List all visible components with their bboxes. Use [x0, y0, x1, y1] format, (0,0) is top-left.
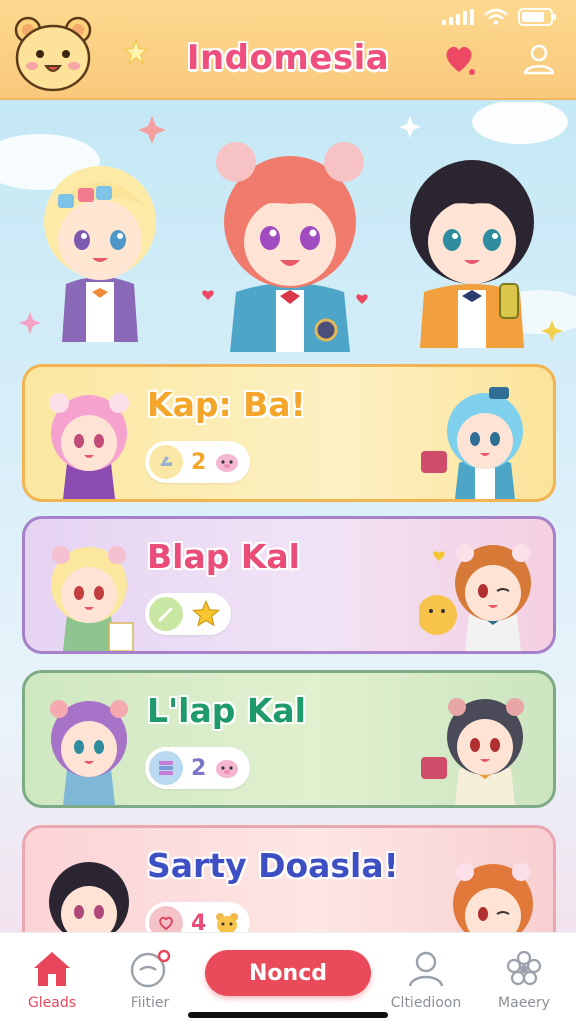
- character-blonde-avatar: [51, 546, 134, 651]
- pig-sticker-icon: [216, 454, 239, 472]
- character-orange-avatar: [419, 544, 531, 651]
- user-icon: [408, 951, 444, 987]
- card-title: Sarty Doasla!: [147, 846, 399, 885]
- card-title: L'lap Kal: [147, 691, 306, 730]
- wifi-icon: [484, 8, 508, 25]
- nav-label: Cltiedioon: [390, 995, 462, 1011]
- nav-label: Fiitier: [130, 995, 170, 1011]
- nav-item-chat[interactable]: Fiitier: [100, 947, 200, 1011]
- status-bar: [0, 0, 576, 34]
- card-count: 2: [191, 755, 207, 781]
- nav-item-home[interactable]: Gleads: [2, 947, 102, 1011]
- nav-item-gallery[interactable]: Maeery: [474, 947, 574, 1011]
- character-redhead: [216, 142, 364, 352]
- card-title: Blap Kal: [147, 537, 300, 576]
- card-stats-pill[interactable]: 2: [145, 441, 251, 483]
- card-stats-pill[interactable]: [145, 593, 231, 635]
- page-title: Indomesia: [186, 38, 390, 78]
- home-icon: [34, 952, 70, 986]
- character-gray-avatar: [421, 698, 524, 805]
- flower-icon: [506, 950, 542, 986]
- hero-characters-illustration: [0, 102, 576, 352]
- chat-icon: [130, 949, 171, 988]
- character-pink-avatar: [49, 393, 129, 499]
- card-count: 2: [191, 449, 207, 475]
- character-purple-avatar: [50, 700, 128, 805]
- primary-action-button[interactable]: Noncd: [205, 950, 371, 996]
- battery-icon: [518, 8, 556, 26]
- character-blonde: [44, 166, 156, 342]
- list-card[interactable]: Kap: Ba! 2: [22, 364, 556, 502]
- signal-icon: [442, 9, 474, 25]
- list-card[interactable]: Blap Kal: [22, 516, 556, 654]
- nav-item-profile[interactable]: Cltiedioon: [376, 947, 476, 1011]
- nav-label: Gleads: [27, 995, 77, 1011]
- pencil-icon: [149, 597, 183, 631]
- user-icon[interactable]: [520, 40, 558, 78]
- card-stats-pill[interactable]: 2: [145, 747, 251, 789]
- character-darkhair: [410, 160, 534, 348]
- character-blue-avatar: [421, 387, 523, 499]
- hand-icon: [149, 445, 183, 479]
- stack-icon: [149, 751, 183, 785]
- heart-icon[interactable]: [440, 40, 478, 78]
- pig-sticker-icon: [216, 760, 239, 778]
- list-card[interactable]: L'lap Kal 2: [22, 670, 556, 808]
- card-title: Kap: Ba!: [147, 385, 306, 424]
- star-icon: [191, 599, 221, 627]
- nav-label: Maeery: [498, 995, 550, 1011]
- home-indicator: [188, 1012, 388, 1018]
